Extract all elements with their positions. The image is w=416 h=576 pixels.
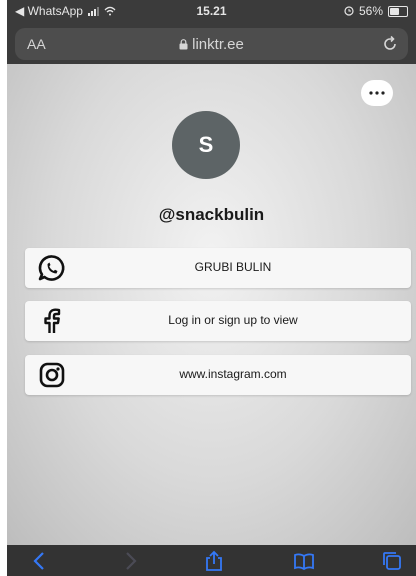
facebook-icon <box>44 308 61 333</box>
link-label: Log in or sign up to view <box>168 313 298 327</box>
whatsapp-icon <box>38 255 65 281</box>
address-area: AA linktr.ee <box>7 24 416 64</box>
tabs-icon[interactable] <box>381 550 403 572</box>
lock-icon <box>179 39 188 50</box>
url-text: linktr.ee <box>192 36 244 53</box>
phone-screen: ◀ WhatsApp 15.21 56% AA linktr.ee S @sna… <box>7 0 416 576</box>
status-bar: ◀ WhatsApp 15.21 56% <box>7 0 416 24</box>
link-label: GRUBI BULIN <box>194 260 272 274</box>
bookmarks-icon[interactable] <box>293 550 315 572</box>
share-icon[interactable] <box>203 550 225 572</box>
more-options-button[interactable] <box>361 80 393 106</box>
browser-toolbar <box>7 545 416 576</box>
link-label: www.instagram.com <box>179 367 287 381</box>
more-icon <box>369 91 385 95</box>
link-card-facebook[interactable]: Log in or sign up to view <box>25 301 411 341</box>
url-field[interactable]: linktr.ee <box>15 36 408 53</box>
status-right: 56% <box>344 4 408 18</box>
linktree-page: S @snackbulin GRUBI BULIN Log in or sign… <box>7 64 416 545</box>
battery-percent: 56% <box>358 4 383 18</box>
reload-icon[interactable] <box>380 34 400 54</box>
link-card-whatsapp[interactable]: GRUBI BULIN <box>25 248 411 288</box>
instagram-icon <box>39 362 65 388</box>
link-card-instagram[interactable]: www.instagram.com <box>25 355 411 395</box>
battery-icon <box>388 5 408 17</box>
profile-username: @snackbulin <box>158 205 265 224</box>
address-bar[interactable]: AA linktr.ee <box>15 28 408 60</box>
avatar: S <box>172 111 240 179</box>
alarm-icon <box>344 6 354 16</box>
forward-icon[interactable] <box>119 550 141 572</box>
back-icon[interactable] <box>29 550 51 572</box>
